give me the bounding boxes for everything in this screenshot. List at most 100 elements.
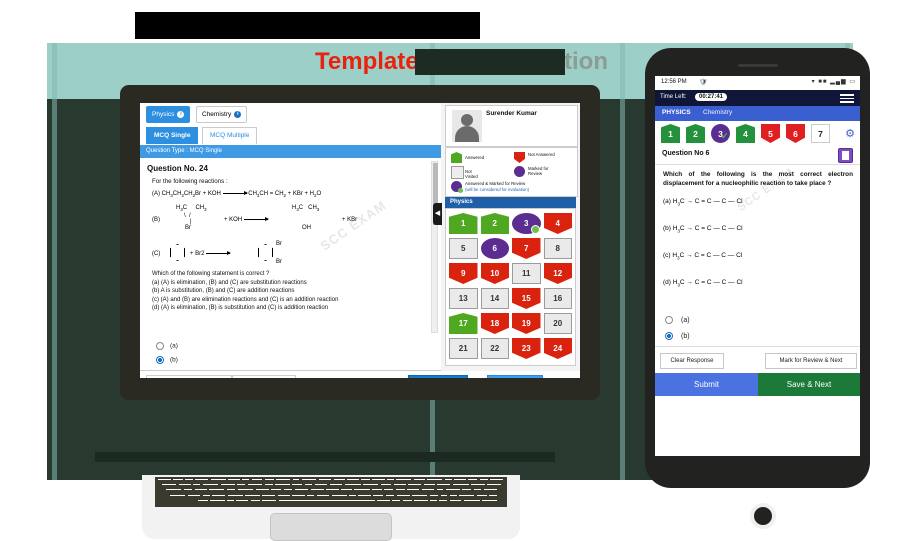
shield-icon: 🛡 <box>699 78 707 86</box>
laptop-trackpad[interactable] <box>270 513 392 541</box>
palette-cell[interactable]: 5 <box>449 238 478 259</box>
answered-icon <box>451 152 462 163</box>
collapse-panel-toggle[interactable]: ◀ <box>433 203 442 225</box>
phone-palette-cell[interactable]: 2 <box>686 124 705 143</box>
phone-palette-cell[interactable]: 1 <box>661 124 680 143</box>
palette-cell[interactable]: 14 <box>481 288 510 309</box>
reaction-b-label: (B) <box>152 216 160 224</box>
submit-test-button[interactable]: Submit Test <box>487 375 543 378</box>
phone-radio-a-icon[interactable] <box>665 316 673 324</box>
keyboard-key <box>377 500 390 505</box>
option-c: (c) (A) and (B) are elimination reaction… <box>152 296 437 305</box>
palette-cell[interactable]: 9 <box>449 263 478 284</box>
legend-not-visited-label: Not Visited <box>465 169 478 179</box>
reaction-c-br2: Br <box>276 258 282 266</box>
phone-tab-physics[interactable]: PHYSICS <box>662 109 691 116</box>
calculator-icon[interactable] <box>838 148 853 163</box>
choice-b[interactable]: (b) <box>156 356 178 364</box>
palette-cell[interactable]: 7 <box>512 238 541 259</box>
palette-cell[interactable]: 20 <box>544 313 573 334</box>
phone-tab-chemistry[interactable]: Chemistry <box>703 109 732 116</box>
palette-cell[interactable]: 10 <box>481 263 510 284</box>
palette-cell[interactable]: 18 <box>481 313 510 334</box>
phone-palette-cell[interactable]: 5 <box>761 124 780 143</box>
phone-time-bar: Time Left: 00:27:41 <box>655 90 860 106</box>
phone-choice-a[interactable]: (a) <box>665 313 855 329</box>
phone-structure-c-label: (c) <box>663 252 671 259</box>
palette-cell[interactable]: 4 <box>544 213 573 234</box>
question-type-text: Question Type : MCQ Single <box>146 145 222 158</box>
palette-cell[interactable]: 2 <box>481 213 510 234</box>
clear-response-button[interactable]: Clear Response <box>232 375 296 378</box>
palette-cell[interactable]: 13 <box>449 288 478 309</box>
background-stripe <box>52 43 57 480</box>
phone-mark-review-button[interactable]: Mark for Review & Next <box>765 353 857 369</box>
phone-choice-b[interactable]: (b) <box>665 329 855 345</box>
not-answered-icon <box>514 152 525 163</box>
palette-cell[interactable]: 3 <box>512 213 541 234</box>
palette-cell[interactable]: 1 <box>449 213 478 234</box>
phone-structure-d-label: (d) <box>663 279 671 286</box>
choice-a[interactable]: (a) <box>156 342 178 350</box>
tab-physics[interactable]: Physics i <box>146 106 190 123</box>
palette-cell[interactable]: 22 <box>481 338 510 359</box>
phone-question-palette: ⚙ 1 2 3 ✓ 4 5 6 7 <box>655 121 860 146</box>
phone-structure-a-formula: H3C → C = C — C — Cl <box>673 198 743 205</box>
reaction-c-label: (C) <box>152 250 160 258</box>
gear-icon[interactable]: ⚙ <box>845 127 855 140</box>
palette-title: Physics <box>445 197 576 208</box>
reaction-b-product: H3C CH3 <box>292 204 319 214</box>
legend-answered-marked-label: Answered & Marked for Review <box>465 181 570 186</box>
tab-chemistry[interactable]: Chemistry i <box>196 106 247 123</box>
reaction-b-oh: OH <box>302 224 311 232</box>
palette-cell[interactable]: 11 <box>512 263 541 284</box>
save-next-button[interactable]: Save & Next <box>408 375 468 378</box>
phone-palette-cell[interactable]: 7 <box>811 124 830 143</box>
laptop-shadow <box>95 452 555 462</box>
radio-b-icon[interactable] <box>156 356 164 364</box>
radio-a-icon[interactable] <box>156 342 164 350</box>
legend-answered-marked-sublabel: (will be considered for evaluation) <box>465 187 570 192</box>
palette-grid: 1 2 3 4 5 6 7 8 9 10 11 12 13 14 15 16 17 18 19 20 21 22 23 24 <box>449 213 572 359</box>
palette-cell[interactable]: 6 <box>481 238 510 259</box>
reaction-c-product-ring <box>258 244 273 261</box>
tab-mcq-multiple[interactable]: MCQ Multiple <box>202 127 257 144</box>
phone-structure-list: (a) H3C → C = C — C — Cl (b) H3C → C = C… <box>663 198 853 306</box>
menu-icon[interactable] <box>840 94 854 103</box>
keyboard-key <box>414 500 428 505</box>
palette-cell[interactable]: 23 <box>512 338 541 359</box>
keyboard-key <box>227 500 234 505</box>
sub-question: Which of the following statement is corr… <box>152 270 437 279</box>
palette-cell[interactable]: 17 <box>449 313 478 334</box>
phone-palette-cell[interactable]: 4 <box>736 124 755 143</box>
reaction-c-ring <box>170 244 185 261</box>
palette-cell[interactable]: 15 <box>512 288 541 309</box>
phone-palette-cell[interactable]: 6 <box>786 124 805 143</box>
palette-cell[interactable]: 16 <box>544 288 573 309</box>
tab-mcq-single[interactable]: MCQ Single <box>146 127 198 144</box>
palette-cell[interactable]: 19 <box>512 313 541 334</box>
reaction-b-kbr: + KBr <box>342 216 357 224</box>
phone-home-button[interactable] <box>750 503 776 529</box>
phone-clear-response-button[interactable]: Clear Response <box>660 353 724 369</box>
phone-radio-b-icon[interactable] <box>665 332 673 340</box>
phone-submit-button[interactable]: Submit <box>655 373 758 396</box>
keyboard-key <box>430 500 436 505</box>
palette-cell[interactable]: 21 <box>449 338 478 359</box>
keyboard-key <box>450 500 462 505</box>
palette-cell[interactable]: 8 <box>544 238 573 259</box>
question-palette: 1 2 3 4 5 6 7 8 9 10 11 12 13 14 15 16 17 18 19 20 21 22 23 24 <box>445 208 576 366</box>
palette-cell[interactable]: 24 <box>544 338 573 359</box>
phone-save-next-button[interactable]: Save & Next <box>758 373 860 396</box>
mark-review-next-button[interactable]: Mark for Review & Next <box>146 375 232 378</box>
palette-cell[interactable]: 12 <box>544 263 573 284</box>
phone-time-left-label: Time Left: <box>660 94 686 100</box>
tab-physics-label: Physics <box>152 111 174 118</box>
reaction-b-reagent: + KOH <box>224 216 268 224</box>
phone-device: 12:56 PM 🛡 ▾ ■■ ▂▄▆ ▭ Time Left: 00:27:4… <box>645 48 870 488</box>
reaction-b-reactant: H3C CH3 <box>176 204 207 214</box>
reaction-diagrams: (A) CH3CH2CH2Br + KOH CH3CH = CH2 + KBr … <box>152 188 432 276</box>
avatar-body-icon <box>455 126 479 142</box>
question-intro: For the following reactions : <box>152 178 432 186</box>
legend-marked-review-label: Marked for Review <box>528 166 560 176</box>
